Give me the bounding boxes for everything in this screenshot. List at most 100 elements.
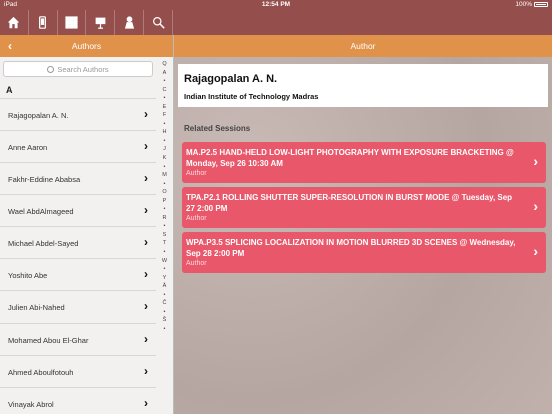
person-icon[interactable]	[115, 10, 145, 35]
grid-icon[interactable]	[58, 10, 87, 35]
index-letter[interactable]: K	[156, 154, 173, 163]
clock: 12:54 PM	[261, 1, 291, 8]
index-letter[interactable]: M	[156, 171, 173, 180]
session-role: Author	[186, 170, 207, 177]
home-icon[interactable]	[0, 10, 29, 35]
index-letter[interactable]: F	[156, 111, 173, 120]
index-dot: •	[163, 223, 166, 230]
alphabet-index[interactable]: Q A • C • E F • H • J K • M • O P • R • …	[156, 60, 173, 414]
author-list-name: Rajagopalan A. N.	[8, 111, 69, 120]
author-nav-bar: Author	[174, 35, 552, 57]
index-dot: •	[163, 325, 166, 332]
author-list-name: Yoshito Abe	[8, 271, 48, 280]
chevron-right-icon: ›	[533, 243, 538, 259]
author-detail-pane: Rajagopalan A. N. Indian Institute of Te…	[174, 57, 552, 414]
index-letter[interactable]: Y	[156, 274, 173, 283]
chevron-right-icon: ›	[533, 153, 538, 169]
chevron-right-icon: ›	[144, 332, 148, 346]
session-card[interactable]: MA.P2.5 HAND-HELD LOW-LIGHT PHOTOGRAPHY …	[182, 142, 546, 183]
chevron-right-icon: ›	[144, 364, 148, 378]
author-list-name: Ahmed Aboulfotouh	[8, 368, 74, 377]
battery-icon	[534, 2, 548, 7]
index-letter[interactable]: C	[156, 86, 173, 95]
list-item[interactable]: Rajagopalan A. N. ›	[0, 98, 156, 130]
search-icon[interactable]	[144, 10, 173, 35]
search-placeholder: Search Authors	[57, 64, 109, 74]
related-sessions-heading: Related Sessions	[184, 124, 251, 133]
author-affiliation: Indian Institute of Technology Madras	[184, 92, 319, 101]
author-list-name: Anne Aaron	[8, 143, 48, 152]
section-header: A	[6, 85, 13, 95]
author-list-name: Vinayak Abrol	[8, 400, 54, 409]
author-card: Rajagopalan A. N. Indian Institute of Te…	[178, 64, 548, 107]
list-item[interactable]: Mohamed Abou El-Ghar ›	[0, 323, 156, 355]
index-letter[interactable]: O	[156, 188, 173, 197]
index-dot: •	[163, 206, 166, 213]
index-search-icon[interactable]: Q	[156, 60, 173, 69]
battery-status: 100%	[515, 1, 548, 8]
index-dot: •	[163, 291, 166, 298]
index-letter[interactable]: A	[156, 69, 173, 78]
presentation-icon[interactable]	[86, 10, 116, 35]
session-card[interactable]: TPA.P2.1 ROLLING SHUTTER SUPER-RESOLUTIO…	[182, 187, 546, 228]
chevron-right-icon: ›	[144, 139, 148, 153]
session-title: TPA.P2.1 ROLLING SHUTTER SUPER-RESOLUTIO…	[186, 193, 513, 213]
search-input[interactable]: Search Authors	[3, 61, 153, 77]
list-item[interactable]: Michael Abdel-Sayed ›	[0, 226, 156, 258]
list-item[interactable]: Yoshito Abe ›	[0, 258, 156, 290]
index-dot: •	[163, 137, 166, 144]
author-list-name: Michael Abdel-Sayed	[8, 239, 79, 248]
index-letter[interactable]: Š	[156, 316, 173, 325]
chevron-right-icon: ›	[533, 198, 538, 214]
list-item[interactable]: Julien Abi-Nahed ›	[0, 290, 156, 322]
author-list-name: Mohamed Abou El-Ghar	[8, 336, 89, 345]
index-letter[interactable]: J	[156, 145, 173, 154]
index-dot: •	[163, 180, 166, 187]
chevron-right-icon: ›	[144, 396, 148, 410]
phone-icon[interactable]	[29, 10, 58, 35]
index-dot: •	[163, 163, 166, 170]
status-bar: iPad 12:54 PM 100%	[0, 0, 552, 10]
search-magnifier-icon	[47, 65, 55, 73]
chevron-right-icon: ›	[144, 267, 148, 281]
list-item[interactable]: Wael AbdAlmageed ›	[0, 194, 156, 226]
battery-percent: 100%	[515, 1, 532, 8]
list-item[interactable]: Anne Aaron ›	[0, 130, 156, 162]
index-dot: •	[163, 120, 166, 127]
index-dot: •	[163, 249, 166, 256]
author-name: Rajagopalan A. N.	[184, 73, 278, 85]
index-letter[interactable]: H	[156, 128, 173, 137]
author-list-name: Julien Abi-Nahed	[8, 303, 65, 312]
author-title: Author	[350, 41, 376, 51]
session-card[interactable]: WPA.P3.5 SPLICING LOCALIZATION IN MOTION…	[182, 232, 546, 273]
list-item[interactable]: Ahmed Aboulfotouh ›	[0, 355, 156, 387]
index-letter[interactable]: Č	[156, 299, 173, 308]
author-list-name: Fakhr-Eddine Ababsa	[8, 175, 81, 184]
index-letter[interactable]: E	[156, 103, 173, 112]
index-dot: •	[163, 95, 166, 102]
index-letter[interactable]: W	[156, 257, 173, 266]
index-letter[interactable]: T	[156, 239, 173, 248]
chevron-right-icon: ›	[144, 235, 148, 249]
chevron-right-icon: ›	[144, 107, 148, 121]
index-dot: •	[163, 266, 166, 273]
session-title: WPA.P3.5 SPLICING LOCALIZATION IN MOTION…	[186, 238, 516, 258]
list-item[interactable]: Vinayak Abrol ›	[0, 387, 156, 414]
author-list-name: Wael AbdAlmageed	[8, 207, 74, 216]
authors-list-pane: Search Authors A Rajagopalan A. N. › Ann…	[0, 57, 173, 414]
index-dot: •	[163, 78, 166, 85]
index-letter[interactable]: P	[156, 197, 173, 206]
chevron-right-icon: ›	[144, 299, 148, 313]
list-item[interactable]: Fakhr-Eddine Ababsa ›	[0, 162, 156, 194]
index-letter[interactable]: Ä	[156, 282, 173, 291]
chevron-right-icon: ›	[144, 171, 148, 185]
authors-title: Authors	[71, 41, 102, 51]
index-dot: •	[163, 308, 166, 315]
session-role: Author	[186, 260, 207, 267]
top-toolbar	[0, 10, 552, 35]
session-title: MA.P2.5 HAND-HELD LOW-LIGHT PHOTOGRAPHY …	[186, 148, 514, 168]
authors-nav-bar: ‹ Authors	[0, 35, 173, 57]
session-role: Author	[186, 215, 207, 222]
index-letter[interactable]: R	[156, 214, 173, 223]
index-letter[interactable]: S	[156, 231, 173, 240]
